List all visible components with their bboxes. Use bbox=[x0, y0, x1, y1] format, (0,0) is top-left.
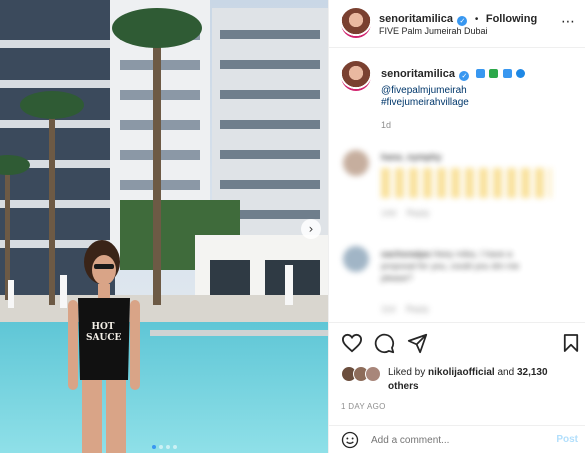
caption-username[interactable]: senoritamilica bbox=[381, 68, 455, 80]
instagram-post: HOT SAUCE › senoritamilica ✓ • Following… bbox=[0, 0, 585, 453]
paper-plane-icon[interactable] bbox=[407, 333, 428, 354]
comment-meta: 14d Reply bbox=[381, 208, 430, 218]
comment-username[interactable]: hana_nymphy bbox=[381, 152, 442, 162]
carousel-dot bbox=[165, 445, 170, 449]
caption: senoritamilica ✓ @fivepalmjumeirah #five… bbox=[381, 64, 577, 130]
palm-tree-emoji-icon bbox=[489, 69, 499, 78]
shirt-text-line1: HOT bbox=[91, 322, 115, 332]
liker-username[interactable]: nikolijaofficial bbox=[428, 367, 495, 378]
likes-prefix: Liked by bbox=[388, 367, 426, 378]
hashtag-link[interactable]: #fivejumeirahvillage bbox=[381, 97, 577, 108]
heart-icon[interactable] bbox=[341, 333, 363, 353]
comment-time: 14d bbox=[381, 208, 397, 218]
carousel-dot bbox=[172, 445, 177, 449]
likes-summary: Liked by nikolijaofficial and 32,130 oth… bbox=[388, 366, 578, 394]
post-header: senoritamilica ✓ • Following FIVE Palm J… bbox=[329, 0, 585, 48]
verified-badge-icon: ✓ bbox=[457, 16, 468, 26]
comment-avatar[interactable] bbox=[343, 246, 369, 272]
comment-icon[interactable] bbox=[374, 333, 395, 354]
post-button[interactable]: Post bbox=[556, 434, 578, 445]
carousel-dot bbox=[158, 445, 163, 449]
caption-avatar[interactable] bbox=[341, 61, 371, 91]
chevron-right-icon: › bbox=[308, 222, 314, 236]
comment-time: 11d bbox=[381, 304, 396, 314]
comment-username[interactable]: sachsnaipa bbox=[381, 249, 430, 259]
avatar[interactable] bbox=[341, 8, 371, 38]
mention-link[interactable]: @fivepalmjumeirah bbox=[381, 85, 577, 96]
add-comment-bar: Post bbox=[329, 425, 585, 453]
avatar bbox=[365, 366, 381, 382]
header-name-row: senoritamilica ✓ • Following bbox=[379, 9, 537, 27]
post-photo[interactable]: HOT SAUCE › bbox=[0, 0, 328, 453]
following-button[interactable]: Following bbox=[486, 13, 537, 25]
comment-emoji-row bbox=[381, 168, 551, 198]
comment-reply[interactable]: Reply bbox=[406, 304, 429, 314]
bookmark-icon[interactable] bbox=[563, 333, 579, 353]
shirt-text: HOT SAUCE bbox=[86, 322, 122, 344]
wave-emoji-icon bbox=[516, 69, 526, 78]
separator-dot: • bbox=[474, 14, 479, 25]
comment-body: hana_nymphy bbox=[381, 152, 442, 162]
photo-scene bbox=[0, 0, 328, 453]
caption-first-line: senoritamilica ✓ bbox=[381, 64, 577, 82]
post-side-panel: senoritamilica ✓ • Following FIVE Palm J… bbox=[328, 0, 585, 453]
verified-badge-icon: ✓ bbox=[459, 71, 470, 81]
caption-time: 1d bbox=[381, 120, 392, 130]
comment-body: sachsnaipa Heey mika, I have a proposal … bbox=[381, 248, 541, 284]
action-bar bbox=[329, 322, 585, 362]
next-photo-button[interactable]: › bbox=[301, 219, 321, 239]
comment-input[interactable] bbox=[371, 432, 541, 448]
more-horizontal-icon[interactable]: ⋯ bbox=[561, 14, 576, 30]
smiley-icon[interactable] bbox=[341, 431, 359, 449]
comment-meta: 11d Reply bbox=[381, 304, 429, 314]
comment-reply[interactable]: Reply bbox=[407, 208, 430, 218]
wave-emoji-icon bbox=[502, 69, 512, 78]
comment-avatar[interactable] bbox=[343, 150, 369, 176]
shirt-text-line2: SAUCE bbox=[86, 333, 122, 343]
likes-and: and bbox=[497, 367, 515, 378]
post-timestamp[interactable]: 1 DAY AGO bbox=[341, 402, 386, 411]
header-username[interactable]: senoritamilica bbox=[379, 13, 453, 25]
carousel-dots bbox=[0, 445, 328, 449]
location-link[interactable]: FIVE Palm Jumeirah Dubai bbox=[379, 26, 488, 36]
carousel-dot bbox=[151, 445, 156, 449]
wave-emoji-icon bbox=[475, 69, 485, 78]
liker-avatars[interactable] bbox=[341, 366, 385, 384]
